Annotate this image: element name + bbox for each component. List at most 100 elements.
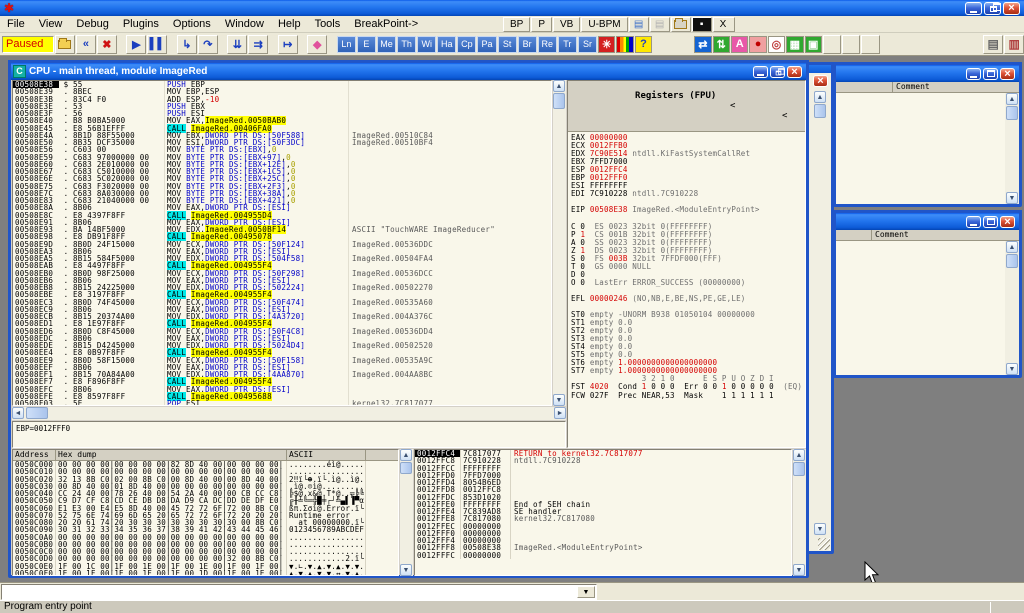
cpu-titlebar[interactable]: C CPU - main thread, module ImageRed × [11,63,806,80]
animate-over-icon[interactable]: ⇉ [248,35,268,54]
disasm-row[interactable]: 00508F03.5EPOP ESIkernel32.7C817077 [13,400,551,406]
dump-vscroll[interactable]: ▲ ▼ [400,449,413,576]
stack-vscroll[interactable]: ▲ ▼ [793,449,806,576]
window-button-cp[interactable]: Cp [457,36,476,53]
command-dropdown-button[interactable]: ▼ [577,586,595,598]
maximize-button[interactable] [983,216,998,228]
dump-pane[interactable]: AddressHex dumpASCII 0050C00000 00 00 00… [12,449,399,576]
close-program-icon[interactable]: ✖ [97,35,117,54]
update-icon[interactable]: ⇅ [713,36,730,53]
side-window-top-scrollbar[interactable]: ▲ ▼ [1005,93,1019,204]
register-line[interactable]: EFL 00000246 (NO,NB,E,BE,NS,PE,GE,LE) [571,295,805,303]
restore-button[interactable] [770,66,785,78]
open-file-icon[interactable] [55,35,75,54]
scroll-thumb[interactable] [793,462,805,476]
menu-item-file[interactable]: File [0,17,32,31]
menu-item-options[interactable]: Options [166,17,218,31]
toolbar-blank-button[interactable] [842,35,860,54]
scroll-up-button[interactable]: ▲ [400,449,412,461]
execute-till-return-icon[interactable]: ↦ [278,35,298,54]
disassembly-vscroll[interactable]: ▲ ▼ [553,80,566,406]
scroll-down-button[interactable]: ▼ [553,394,565,406]
side-window-middle[interactable]: × Comment ▲ ▼ [833,210,1022,378]
counter-icon[interactable]: ▦ [786,36,803,53]
strip-close-button[interactable]: × [813,75,828,87]
toolbar-blank-button[interactable] [823,35,841,54]
side-window-top-titlebar[interactable]: × [836,65,1019,82]
disassembly-pane[interactable]: 00508E38$55PUSH EBP00508E39.8BECMOV EBP,… [12,80,552,406]
restart-icon[interactable]: « [76,35,96,54]
analyze-icon[interactable]: A [731,36,748,53]
window-button-ha[interactable]: Ha [437,36,456,53]
strip-scroll-down[interactable]: ▼ [814,523,826,535]
swap-icon[interactable]: ⇄ [694,36,711,53]
minimize-button[interactable] [753,66,768,78]
scroll-down-button[interactable]: ▼ [793,564,805,576]
menu-item-tools[interactable]: Tools [308,17,348,31]
options-gear-icon[interactable]: ✳ [598,36,615,53]
step-into-icon[interactable]: ↳ [177,35,197,54]
side-window-middle-titlebar[interactable]: × [836,213,1019,230]
console-icon[interactable]: ▪ [692,17,712,32]
maximize-button[interactable] [983,68,998,80]
scroll-left-button[interactable]: ◄ [12,407,24,419]
restore-button[interactable] [984,2,1001,15]
window-button-e[interactable]: E [357,36,376,53]
dump-row[interactable]: 0050C0F01E 00 1F 00|1E 00 1F 00|1F 00 1D… [13,570,398,576]
scroll-up-button[interactable]: ▲ [553,80,565,92]
strip-scroll-thumb[interactable] [814,104,826,118]
disasm-row[interactable]: 00508E38$55PUSH EBP [13,81,551,88]
disasm-row[interactable]: 00508EFE.E8 8597F8FFCALL ImageRed.004956… [13,393,551,400]
close-button[interactable]: × [1003,2,1020,15]
side-window-middle-scrollbar[interactable]: ▲ ▼ [1005,241,1019,375]
info-pane[interactable]: EBP=0012FFF0 [12,421,566,448]
plugin-button-vb[interactable]: VB [553,17,580,32]
window-button-br[interactable]: Br [518,36,537,53]
minimize-button[interactable] [966,216,981,228]
plugin-button-u-bpm[interactable]: U-BPM [581,17,627,32]
scroll-right-button[interactable]: ► [554,407,566,419]
scroll-thumb[interactable] [553,93,565,109]
minimize-button[interactable] [966,68,981,80]
side-window-middle-content[interactable] [836,241,1005,375]
cpu-window[interactable]: C CPU - main thread, module ImageRed × 0… [8,60,809,578]
appearance-icon[interactable] [616,36,633,53]
notes-icon[interactable]: ▤ [650,17,670,32]
copy-window-icon[interactable]: ▤ [629,17,649,32]
side-window-top-content[interactable] [836,93,1005,204]
stack-pane[interactable]: 0012FFC47C817077RETURN to kernel32.7C817… [414,449,792,576]
window-button-re[interactable]: Re [538,36,557,53]
scroll-up-button[interactable]: ▲ [1006,93,1018,105]
scroll-thumb[interactable] [400,462,412,474]
scroll-down-button[interactable]: ▼ [400,564,412,576]
step-over-icon[interactable]: ↷ [198,35,218,54]
animate-into-icon[interactable]: ⇊ [227,35,247,54]
plugin-button-bp[interactable]: BP [503,17,530,32]
column-header-row[interactable]: Comment [836,82,1019,93]
record-icon[interactable]: ● [749,36,766,53]
window-icon[interactable]: ▣ [805,36,822,53]
scroll-down-button[interactable]: ▼ [1006,363,1018,375]
menu-item-view[interactable]: View [32,17,70,31]
scroll-up-button[interactable]: ▲ [793,449,805,461]
disasm-row[interactable]: 00508E3E.53PUSH EBX [13,103,551,110]
window-button-wi[interactable]: Wi [417,36,436,53]
strip-resize-grip[interactable] [818,538,830,550]
run-icon[interactable]: ▶ [126,35,146,54]
menu-close-button[interactable]: X [713,17,735,32]
minimize-button[interactable] [965,2,982,15]
window-button-ln[interactable]: Ln [337,36,356,53]
register-line[interactable]: EDI 7C910228 ntdll.7C910228 [571,190,805,198]
plugin-button-p[interactable]: P [531,17,552,32]
menu-item-plugins[interactable]: Plugins [116,17,166,31]
pause-icon[interactable]: ▌▌ [147,35,167,54]
toolbar-blank-button[interactable] [861,35,879,54]
stack-row[interactable]: 0012FFFC00000000 [415,552,791,559]
command-input[interactable]: ▼ [1,584,597,600]
window-button-pa[interactable]: Pa [477,36,496,53]
window-button-me[interactable]: Me [377,36,396,53]
register-line[interactable]: O 0 LastErr ERROR_SUCCESS (00000000) [571,279,805,287]
open-folder-icon[interactable] [671,17,691,32]
scroll-thumb[interactable] [26,407,48,419]
help-icon[interactable]: ? [635,36,652,53]
